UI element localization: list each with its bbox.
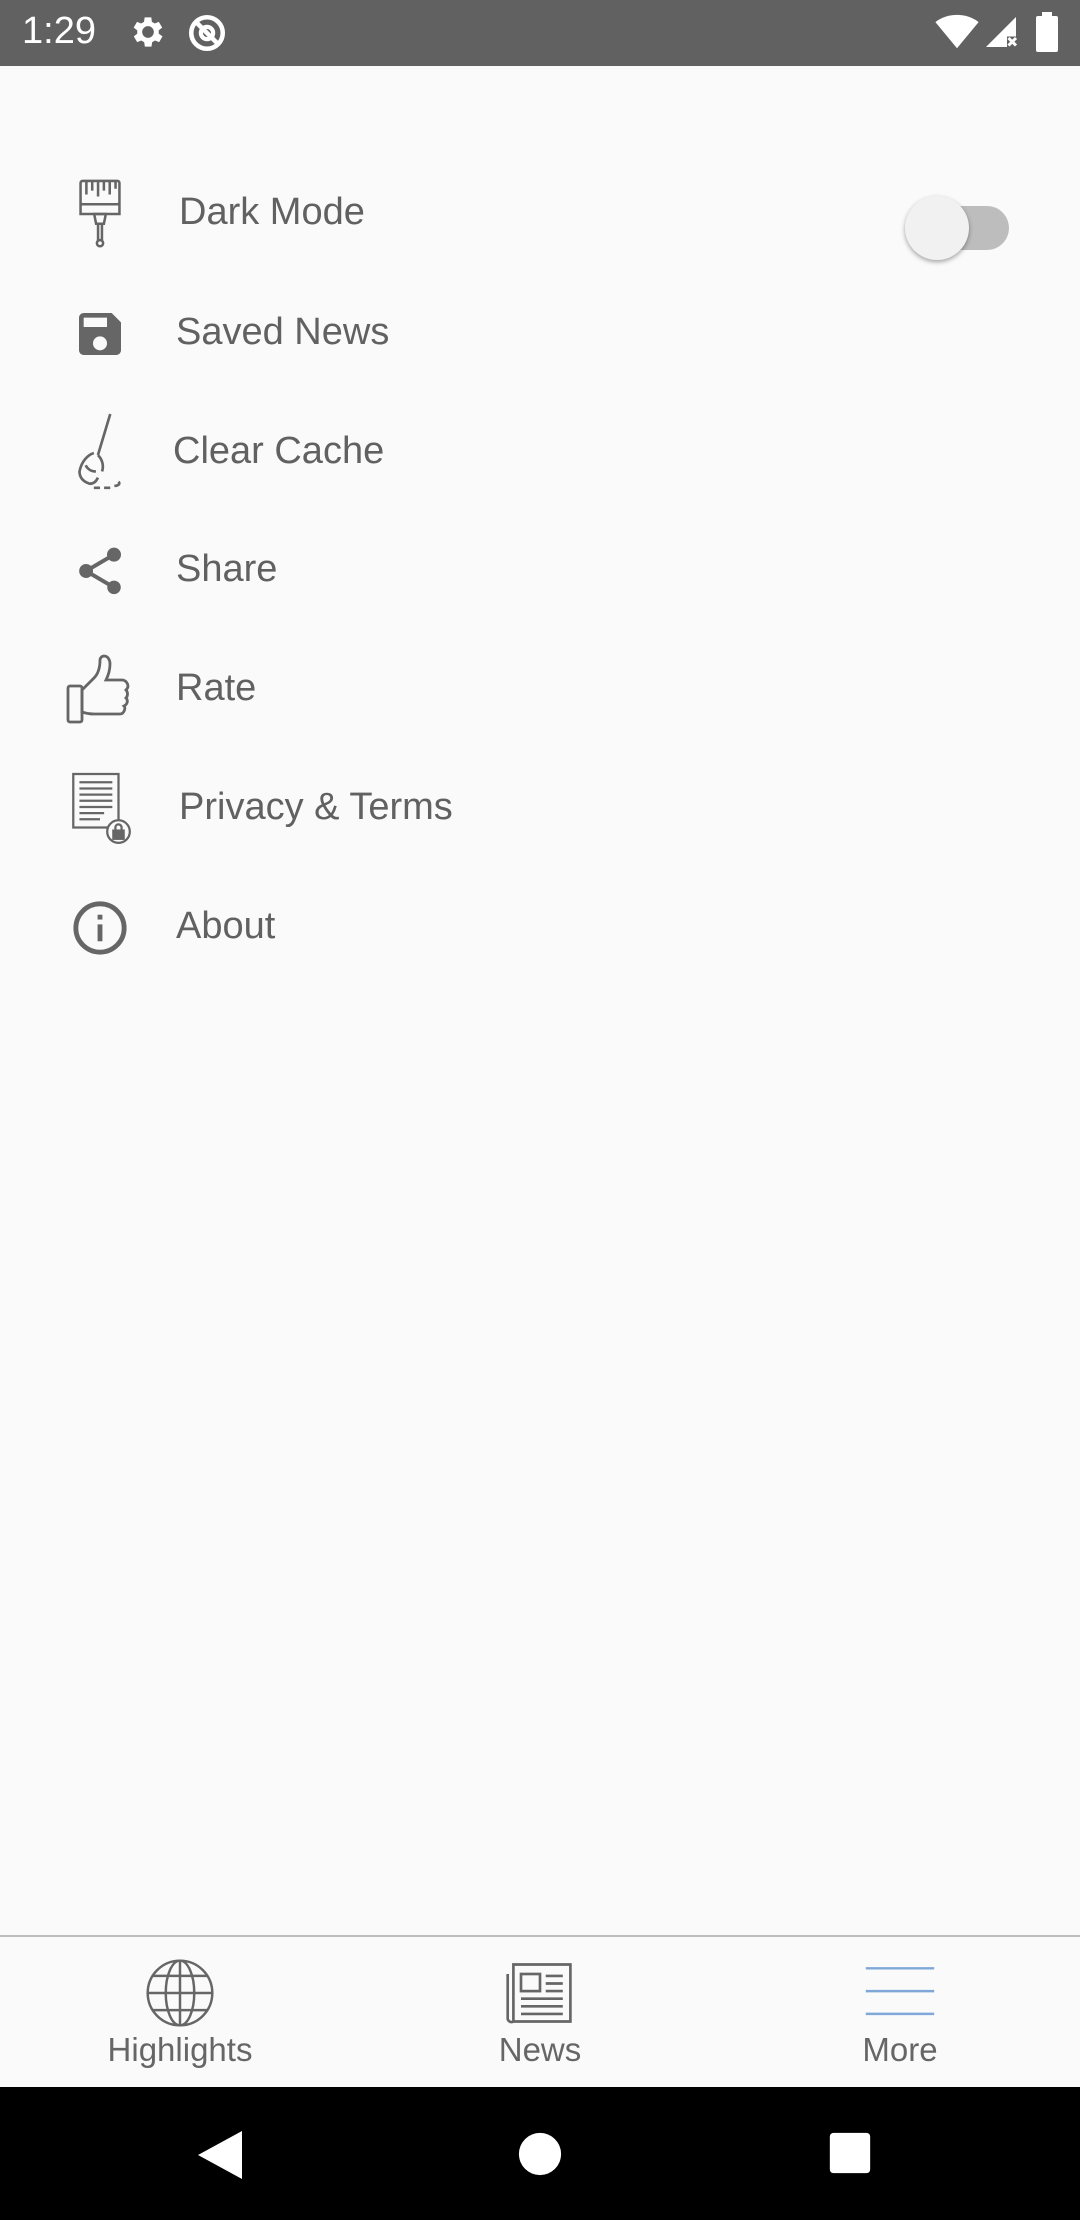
menu-label-clear-cache: Clear Cache (173, 430, 385, 472)
recents-icon[interactable] (828, 2131, 872, 2180)
menu-item-rate[interactable]: Rate (0, 631, 1080, 749)
menu-label-rate: Rate (176, 667, 257, 709)
broom-icon (60, 413, 140, 493)
tab-news[interactable]: News (360, 1937, 720, 2087)
signal-icon (983, 14, 1019, 55)
tab-label-news: News (498, 2031, 582, 2068)
menu-label-dark-mode: Dark Mode (179, 191, 365, 233)
tab-highlights[interactable]: Highlights (0, 1937, 360, 2087)
back-icon[interactable] (190, 2129, 262, 2186)
battery-icon (1036, 12, 1058, 57)
system-navigation-bar (0, 2087, 1080, 2220)
bottom-navigation: Highlights News More (0, 1935, 1080, 2087)
toggle-knob (905, 196, 969, 260)
status-time: 1:29 (22, 10, 96, 52)
menu-label-share: Share (176, 548, 278, 590)
menu-label-about: About (176, 905, 276, 947)
menu-item-dark-mode[interactable]: Dark Mode (0, 155, 1080, 273)
globe-icon (142, 1955, 218, 2031)
menu-label-privacy-terms: Privacy & Terms (179, 786, 453, 828)
menu-label-saved-news: Saved News (176, 311, 390, 353)
gear-icon (128, 12, 168, 57)
tab-label-more: More (862, 2031, 938, 2068)
wifi-icon (935, 14, 979, 55)
no-data-icon (186, 12, 228, 59)
document-lock-icon (60, 769, 140, 849)
share-icon (60, 531, 140, 611)
newspaper-icon (502, 1955, 578, 2031)
tab-more[interactable]: More (720, 1937, 1080, 2087)
menu-item-about[interactable]: About (0, 869, 1080, 987)
dark-mode-toggle[interactable] (905, 188, 1015, 260)
menu-item-saved-news[interactable]: Saved News (0, 275, 1080, 393)
status-bar: 1:29 (0, 0, 1080, 66)
menu-item-clear-cache[interactable]: Clear Cache (0, 394, 1080, 512)
paint-brush-icon (60, 174, 140, 254)
menu-lines-icon (862, 1955, 938, 2031)
floppy-disk-icon (60, 294, 140, 374)
tab-label-highlights: Highlights (107, 2031, 253, 2068)
info-icon (60, 888, 140, 968)
thumbs-up-icon (60, 650, 140, 730)
home-icon[interactable] (517, 2131, 563, 2182)
menu-item-share[interactable]: Share (0, 512, 1080, 630)
menu-item-privacy-terms[interactable]: Privacy & Terms (0, 750, 1080, 868)
